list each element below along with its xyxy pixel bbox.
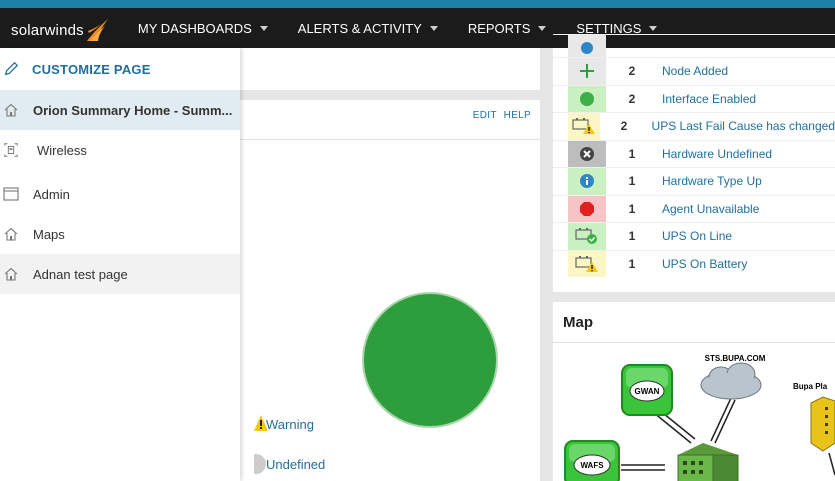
status-pie-chart[interactable]: [362, 292, 498, 428]
event-row[interactable]: 2 Interface Enabled: [553, 84, 835, 112]
menu-item-label: Wireless: [37, 142, 87, 158]
menu-item-label: Maps: [33, 226, 65, 242]
map-link: [714, 399, 736, 444]
node-status-panel: EDIT HELP Warning Undefined: [240, 100, 540, 481]
home-icon: [3, 102, 19, 118]
wireless-icon: [3, 142, 19, 158]
gwan-node[interactable]: GWAN: [621, 364, 673, 416]
resource-panel-top: [240, 48, 540, 90]
dashboards-dropdown-menu: CUSTOMIZE PAGE Orion Summary Home - Summ…: [0, 48, 240, 481]
help-link[interactable]: HELP: [504, 110, 531, 121]
event-link[interactable]: UPS On Battery: [662, 257, 747, 271]
event-icon-cell: [568, 58, 606, 85]
menu-item-orion-summary[interactable]: Orion Summary Home - Summ...: [0, 90, 240, 130]
panel-header-divider: [240, 139, 540, 140]
window-icon: [3, 186, 19, 202]
event-icon-cell: [568, 140, 606, 167]
event-icon-cell: [568, 113, 601, 140]
event-count: 1: [628, 229, 636, 244]
caret-down-icon: [538, 25, 547, 31]
warning-icon: [254, 415, 268, 431]
menu-item-label: Admin: [33, 186, 70, 202]
network-map[interactable]: GWAN STS.BUPA.COM WAFS Bupa Pla: [553, 343, 835, 481]
event-link[interactable]: UPS On Line: [662, 229, 732, 243]
undefined-icon: [254, 454, 266, 474]
gwan-label: GWAN: [635, 387, 660, 396]
map-title: Map: [563, 314, 593, 331]
wafs-node[interactable]: WAFS: [564, 440, 620, 481]
event-link[interactable]: Hardware Type Up: [662, 174, 762, 188]
caret-down-icon: [429, 25, 438, 31]
event-row[interactable]: 1 UPS On Battery: [553, 249, 835, 277]
customize-page-item[interactable]: CUSTOMIZE PAGE: [0, 49, 240, 89]
menu-item-admin[interactable]: Admin: [0, 174, 240, 214]
event-icon-cell: [568, 223, 606, 250]
event-icon-cell: [568, 85, 606, 112]
x-circle-icon: [580, 146, 594, 161]
map-link: [710, 397, 732, 442]
event-summary-panel: 2 Node Added 2 Interface Enabled 2 UPS L…: [553, 34, 835, 292]
event-link[interactable]: Agent Unavailable: [662, 202, 759, 216]
nav-my-dashboards[interactable]: MY DASHBOARDS: [138, 21, 268, 36]
menu-item-maps[interactable]: Maps: [0, 214, 240, 254]
brand-name: solarwinds: [11, 22, 84, 39]
info-icon: [580, 174, 594, 189]
event-count: 2: [628, 91, 636, 106]
event-row[interactable]: 2 UPS Last Fail Cause has changed: [553, 112, 835, 140]
home-icon: [3, 226, 19, 242]
menu-item-adnan-test-page[interactable]: Adnan test page: [0, 254, 240, 294]
battery-warning-icon: [572, 118, 596, 135]
event-count: 1: [628, 146, 636, 161]
wafs-label: WAFS: [580, 461, 604, 470]
cloud-icon[interactable]: [700, 362, 762, 400]
green-dot-icon: [580, 91, 594, 106]
event-row[interactable]: 2 Node Added: [553, 57, 835, 85]
top-accent-strip: [0, 0, 835, 8]
caret-down-icon: [259, 25, 268, 31]
event-count: 2: [628, 64, 636, 79]
menu-item-wireless[interactable]: Wireless: [0, 130, 240, 170]
nav-reports[interactable]: REPORTS: [468, 21, 547, 36]
event-count: 1: [628, 256, 636, 271]
event-count: 1: [628, 174, 636, 189]
event-count: 2: [620, 119, 628, 134]
event-link[interactable]: UPS Last Fail Cause has changed: [652, 119, 835, 133]
event-link[interactable]: Node Added: [662, 64, 728, 78]
menu-item-label: Orion Summary Home - Summ...: [33, 102, 233, 118]
map-panel: Map GWAN STS.BUPA.COM WAFS Bupa Pla: [553, 302, 835, 481]
edit-link[interactable]: EDIT: [473, 110, 497, 121]
event-count: 1: [628, 201, 636, 216]
battery-warning-icon: [575, 255, 598, 272]
customize-page-label: CUSTOMIZE PAGE: [32, 61, 151, 77]
event-link[interactable]: Interface Enabled: [662, 92, 756, 106]
event-icon-cell: [568, 168, 606, 195]
legend-item-warning[interactable]: Warning: [254, 415, 314, 432]
event-icon-cell: [568, 250, 606, 277]
event-row[interactable]: 1 UPS On Line: [553, 222, 835, 250]
bupa-label: Bupa Pla: [793, 382, 828, 391]
building-icon[interactable]: [677, 443, 739, 481]
building-icon[interactable]: [810, 396, 835, 452]
menu-item-label: Adnan test page: [33, 266, 128, 282]
legend-item-undefined[interactable]: Undefined: [254, 454, 325, 474]
event-row[interactable]: 1 Hardware Undefined: [553, 139, 835, 167]
red-stop-icon: [580, 201, 594, 216]
pencil-icon: [3, 61, 19, 77]
panel-tools: EDIT HELP: [469, 110, 531, 121]
sts-label: STS.BUPA.COM: [705, 354, 766, 363]
event-link[interactable]: Hardware Undefined: [662, 147, 772, 161]
solarwinds-logo[interactable]: solarwinds: [11, 13, 109, 43]
nav-alerts-activity[interactable]: ALERTS & ACTIVITY: [298, 21, 438, 36]
event-row[interactable]: 1 Agent Unavailable: [553, 194, 835, 222]
plus-icon: [580, 64, 594, 79]
map-link: [828, 452, 835, 476]
event-row[interactable]: 1 Hardware Type Up: [553, 167, 835, 195]
home-icon: [3, 266, 19, 282]
flame-icon: [86, 19, 108, 41]
caret-down-icon: [649, 25, 658, 31]
battery-ok-icon: [575, 228, 597, 245]
event-icon-cell: [568, 195, 606, 222]
info-icon: [581, 42, 593, 55]
